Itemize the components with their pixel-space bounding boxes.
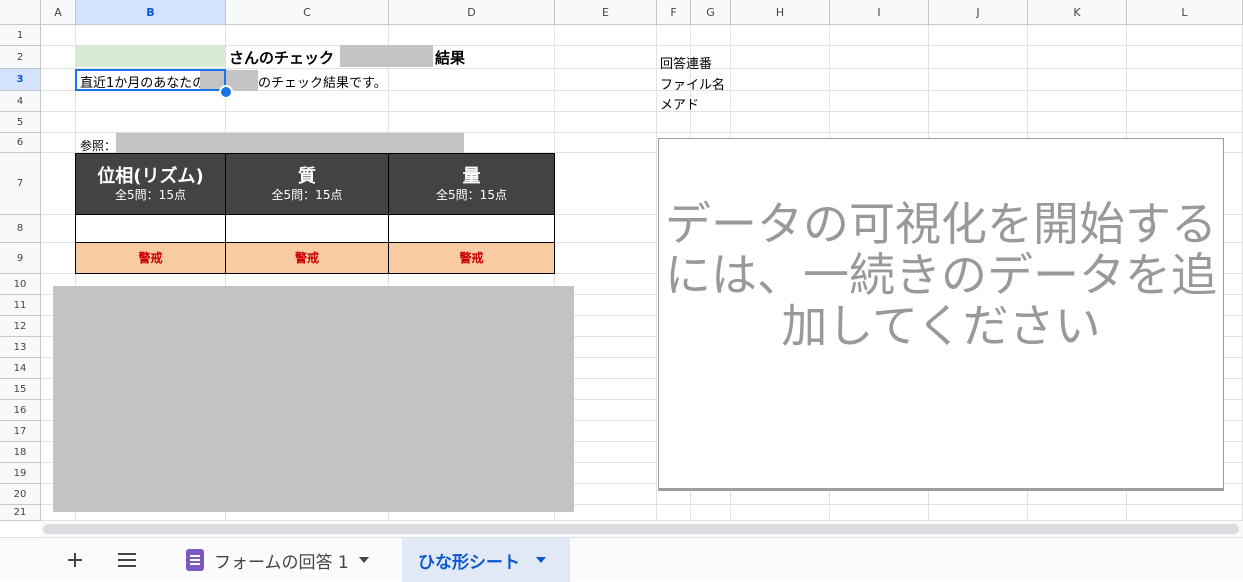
title-text-1: さんのチェック	[229, 49, 335, 67]
row-header-8[interactable]: 8	[0, 215, 41, 243]
row-header-18[interactable]: 18	[0, 442, 41, 463]
menu-icon[interactable]	[110, 538, 144, 582]
status-cell-quality[interactable]: 警戒	[225, 242, 389, 274]
column-header-e[interactable]: E	[555, 0, 657, 25]
row-header-12[interactable]: 12	[0, 316, 41, 337]
spreadsheet-grid[interactable]: ABCDEFGHIJKL 1 2 3 4 5 6 7 8 9 10 11 12 13 14 15 16 17 18…	[0, 0, 1243, 521]
row-header-3[interactable]: 3	[0, 69, 41, 91]
row-header-17[interactable]: 17	[0, 421, 41, 442]
row-header-1[interactable]: 1	[0, 25, 41, 46]
column-header-d[interactable]: D	[389, 0, 555, 25]
empty-chart[interactable]: データの可視化を開始するには、一続きのデータを追加してください	[658, 138, 1224, 491]
column-header-l[interactable]: L	[1127, 0, 1243, 25]
grid-hline	[41, 111, 1243, 112]
row-header-21[interactable]: 21	[0, 505, 41, 521]
scrollbar-thumb[interactable]	[43, 524, 1239, 534]
redacted-block	[116, 133, 464, 153]
horizontal-scrollbar[interactable]	[41, 521, 1243, 537]
row-header-5[interactable]: 5	[0, 112, 41, 133]
cell-b2[interactable]	[76, 46, 225, 67]
column-header-g[interactable]: G	[691, 0, 731, 25]
row-header-16[interactable]: 16	[0, 400, 41, 421]
row-header-20[interactable]: 20	[0, 484, 41, 505]
row-header-19[interactable]: 19	[0, 463, 41, 484]
sheet-tab-bar: フォームの回答 1 ひな形シート	[0, 537, 1243, 582]
column-header-f[interactable]: F	[657, 0, 691, 25]
row-header-6[interactable]: 6	[0, 133, 41, 153]
tab-label: フォームの回答 1	[214, 552, 349, 573]
redacted-block	[340, 45, 433, 67]
redacted-area	[53, 286, 574, 512]
row-header-7[interactable]: 7	[0, 153, 41, 215]
plus-icon[interactable]	[58, 538, 92, 582]
header-phase: 位相(リズム) 全5問：15点	[75, 153, 226, 215]
status-cell-phase[interactable]: 警戒	[75, 242, 226, 274]
label-email: メアド	[660, 98, 700, 113]
column-header-i[interactable]: I	[830, 0, 929, 25]
label-file-name: ファイル名	[660, 78, 726, 93]
column-header-a[interactable]: A	[41, 0, 76, 25]
score-cell-quality[interactable]	[225, 214, 389, 243]
chart-bottom-border	[659, 488, 1223, 490]
tab-form-responses[interactable]: フォームの回答 1	[170, 538, 398, 582]
label-answer-number: 回答連番	[660, 57, 713, 72]
column-header-c[interactable]: C	[226, 0, 389, 25]
active-cell-selection[interactable]	[75, 69, 226, 91]
chart-placeholder-text: データの可視化を開始するには、一続きのデータを追加してください	[665, 197, 1217, 353]
tab-label: ひな形シート	[418, 552, 520, 573]
column-header-b[interactable]: B	[76, 0, 226, 25]
tab-template-sheet[interactable]: ひな形シート	[402, 538, 570, 582]
status-cell-quantity[interactable]: 警戒	[388, 242, 555, 274]
row3-text-2: のチェック結果です。	[258, 76, 387, 91]
row-header-9[interactable]: 9	[0, 243, 41, 274]
forms-icon	[186, 549, 204, 571]
row-header-13[interactable]: 13	[0, 337, 41, 358]
row-header-10[interactable]: 10	[0, 274, 41, 295]
fill-handle[interactable]	[219, 85, 233, 99]
row-header-15[interactable]: 15	[0, 379, 41, 400]
score-cell-quantity[interactable]	[388, 214, 555, 243]
select-all-corner[interactable]	[0, 0, 41, 25]
column-header-k[interactable]: K	[1028, 0, 1127, 25]
row-header-14[interactable]: 14	[0, 358, 41, 379]
score-cell-phase[interactable]	[75, 214, 226, 243]
row-header-2[interactable]: 2	[0, 46, 41, 69]
reference-label: 参照：	[80, 139, 117, 153]
header-quality: 質 全5問：15点	[225, 153, 389, 215]
header-quantity: 量 全5問：15点	[388, 153, 555, 215]
chevron-down-icon[interactable]	[536, 557, 546, 563]
chevron-down-icon[interactable]	[358, 557, 369, 563]
row-header-11[interactable]: 11	[0, 295, 41, 316]
column-header-j[interactable]: J	[929, 0, 1028, 25]
column-header-h[interactable]: H	[731, 0, 830, 25]
title-text-2: 結果	[435, 49, 466, 67]
row-header-4[interactable]: 4	[0, 91, 41, 112]
